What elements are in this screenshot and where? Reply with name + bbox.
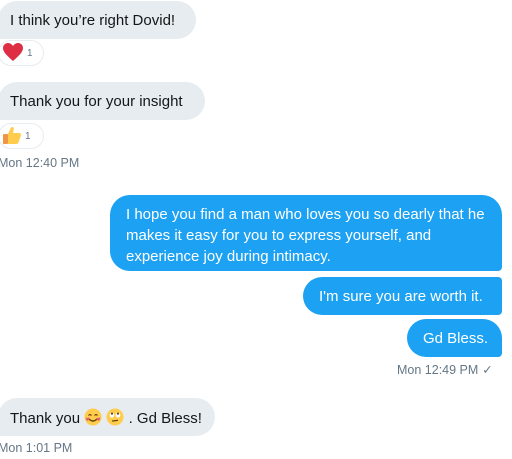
message-text: Gd Bless.	[423, 330, 489, 347]
timestamp: Mon 1:01 PM	[0, 441, 73, 455]
thumbs-up-icon	[2, 125, 22, 147]
face-with-rolling-eyes-icon	[106, 408, 128, 427]
reaction-badge[interactable]: 1	[0, 40, 44, 66]
message-text: I'm sure you are worth it.	[319, 288, 483, 305]
message-text: Thank you	[10, 410, 85, 427]
timestamp: Mon 12:49 PM ✓	[397, 363, 493, 377]
reaction-count: 1	[25, 130, 31, 142]
message-text: I hope you find a man who loves you so d…	[126, 206, 485, 265]
incoming-message[interactable]: Thank you for your insight	[0, 82, 205, 120]
reaction-count: 1	[27, 47, 33, 59]
incoming-message[interactable]: Thank you . Gd Bless!	[0, 398, 215, 436]
timestamp: Mon 12:40 PM	[0, 156, 80, 170]
smiling-face-with-hearts-icon	[84, 408, 106, 427]
message-text: Thank you for your insight	[10, 93, 183, 110]
reaction-badge[interactable]: 1	[0, 123, 44, 149]
message-thread: I think you’re right Dovid! 1 Thank you …	[0, 0, 512, 459]
red-heart-icon	[2, 42, 24, 64]
outgoing-message[interactable]: I hope you find a man who loves you so d…	[110, 195, 502, 271]
delivered-check-icon: ✓	[482, 363, 493, 377]
outgoing-message[interactable]: Gd Bless.	[407, 319, 502, 357]
outgoing-message[interactable]: I'm sure you are worth it.	[303, 277, 502, 315]
message-text: I think you’re right Dovid!	[10, 12, 176, 29]
incoming-message[interactable]: I think you’re right Dovid!	[0, 1, 196, 39]
message-text: . Gd Bless!	[128, 410, 202, 427]
